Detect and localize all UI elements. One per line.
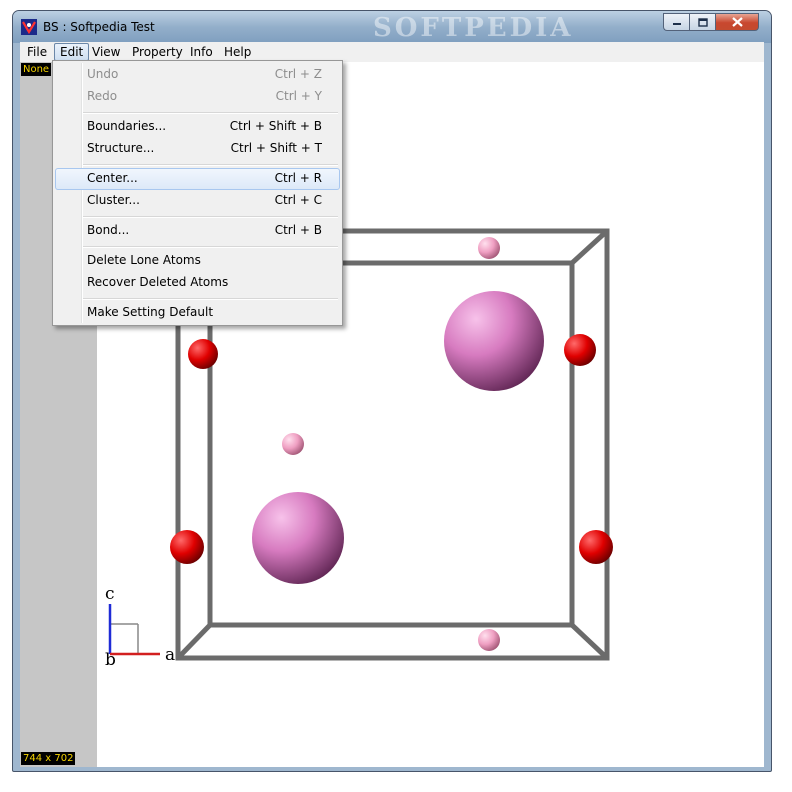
menu-separator [83,216,338,218]
maximize-icon [697,17,708,27]
viewport-size-badge: 744 x 702 [21,752,76,765]
menu-item-shortcut: Ctrl + Shift + B [229,119,322,133]
minimize-icon [672,23,681,25]
menu-item-label: Bond... [87,223,130,237]
menu-separator [83,246,338,248]
menu-item-delete-lone-atoms[interactable]: Delete Lone Atoms [55,250,340,272]
atom-red-right[interactable] [579,530,613,564]
menu-item-label: Center... [87,171,138,185]
app-icon[interactable] [21,19,37,35]
minimize-button[interactable] [663,13,689,31]
menu-item-label: Cluster... [87,193,140,207]
axis-b-label: b [105,650,116,670]
menu-item-label: Delete Lone Atoms [87,253,201,267]
menu-item-undo[interactable]: Undo Ctrl + Z [55,64,340,86]
axis-c-label: c [105,584,115,604]
atom-large-lower[interactable] [252,492,344,584]
menu-item-label: Recover Deleted Atoms [87,275,229,289]
menu-item-shortcut: Ctrl + Shift + T [230,141,322,155]
atom-small-top[interactable] [478,237,500,259]
menu-item-shortcut: Ctrl + C [274,193,322,207]
menu-item-shortcut: Ctrl + B [274,223,322,237]
menu-item-shortcut: Ctrl + Y [275,89,322,103]
atom-red-left[interactable] [170,530,204,564]
menu-property[interactable]: Property [127,43,188,61]
menu-item-center[interactable]: Center... Ctrl + R [55,168,340,190]
menu-item-make-setting-default[interactable]: Make Setting Default [55,302,340,324]
menu-item-recover-deleted-atoms[interactable]: Recover Deleted Atoms [55,272,340,294]
atom-large-upper[interactable] [444,291,544,391]
edit-dropdown-menu: Undo Ctrl + Z Redo Ctrl + Y Boundaries..… [52,60,343,326]
menu-item-cluster[interactable]: Cluster... Ctrl + C [55,190,340,212]
axis-a-label: a [165,645,175,665]
axes-indicator: c a b [105,584,175,670]
menu-item-bond[interactable]: Bond... Ctrl + B [55,220,340,242]
menu-item-label: Redo [87,89,118,103]
menu-separator [83,164,338,166]
menu-item-shortcut: Ctrl + Z [274,67,322,81]
title-bar[interactable]: BS : Softpedia Test SOFTPEDIA [13,11,771,43]
maximize-button[interactable] [689,13,715,31]
menu-bar: File Edit View Property Info Help [20,42,764,62]
menu-file[interactable]: File [22,43,52,61]
softpedia-watermark: SOFTPEDIA [373,13,574,43]
menu-item-label: Boundaries... [87,119,167,133]
menu-separator [83,112,338,114]
menu-item-label: Undo [87,67,119,81]
close-button[interactable] [715,13,759,31]
menu-view[interactable]: View [87,43,125,61]
atom-small-middle[interactable] [282,433,304,455]
close-icon [731,17,743,27]
menu-help[interactable]: Help [219,43,256,61]
selection-badge: None [21,63,52,76]
menu-separator [83,298,338,300]
atom-small-bottom[interactable] [478,629,500,651]
menu-item-redo[interactable]: Redo Ctrl + Y [55,86,340,108]
menu-info[interactable]: Info [185,43,218,61]
window-title: BS : Softpedia Test [43,20,155,34]
atom-red-left-upper[interactable] [188,339,218,369]
menu-edit[interactable]: Edit [54,43,90,61]
menu-item-label: Structure... [87,141,155,155]
menu-item-structure[interactable]: Structure... Ctrl + Shift + T [55,138,340,160]
menu-item-shortcut: Ctrl + R [274,171,322,185]
menu-item-boundaries[interactable]: Boundaries... Ctrl + Shift + B [55,116,340,138]
atom-red-right-upper[interactable] [564,334,596,366]
menu-item-label: Make Setting Default [87,305,214,319]
